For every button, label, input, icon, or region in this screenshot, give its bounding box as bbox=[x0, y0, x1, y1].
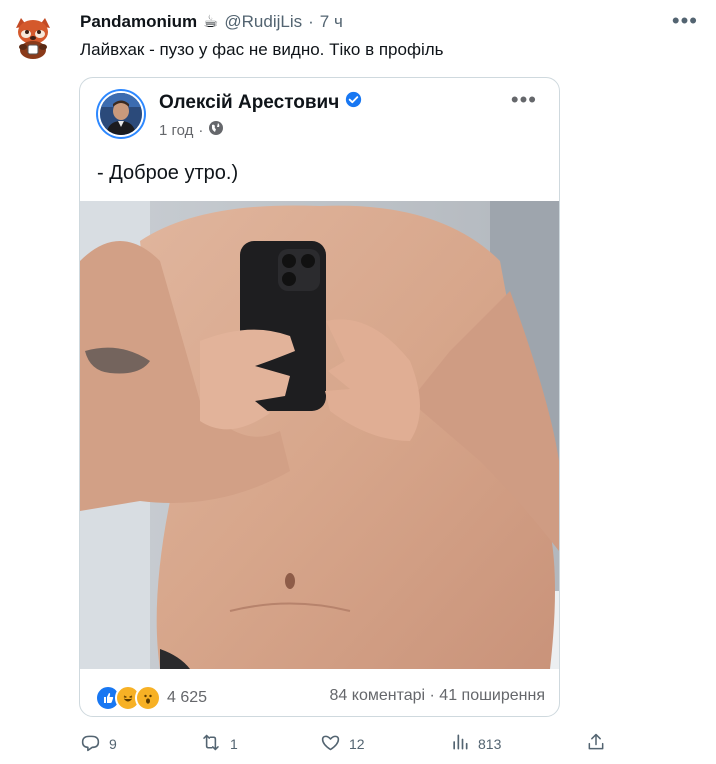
coffee-emoji-icon: ☕ bbox=[203, 12, 219, 31]
fb-author-name-row: Олексій Арестович bbox=[159, 91, 362, 114]
author-avatar[interactable] bbox=[10, 14, 56, 60]
share-icon bbox=[586, 732, 606, 755]
more-options-icon[interactable]: ••• bbox=[672, 8, 698, 34]
fb-time-row: 1 год · bbox=[159, 120, 224, 140]
reactions-count: 4 625 bbox=[167, 689, 208, 706]
tweet-text: Лайвхак - пузо у фас не видно. Тіко в пр… bbox=[80, 40, 444, 59]
views-button[interactable]: 813 bbox=[450, 732, 501, 755]
fb-more-icon: ••• bbox=[510, 87, 537, 112]
author-handle[interactable]: @RudijLis bbox=[224, 10, 302, 34]
author-name[interactable]: Pandamonium bbox=[80, 10, 197, 34]
like-count: 12 bbox=[349, 736, 365, 752]
verified-badge-icon bbox=[345, 91, 362, 114]
wow-reaction-icon bbox=[135, 685, 161, 711]
fb-author-avatar bbox=[96, 89, 146, 139]
retweet-button[interactable]: 1 bbox=[200, 732, 238, 756]
embedded-image-card[interactable]: Олексій Арестович 1 год · ••• - Доброе у… bbox=[79, 77, 560, 717]
tweet-header: Pandamonium ☕ @RudijLis · 7 ч bbox=[80, 10, 343, 34]
like-button[interactable]: 12 bbox=[320, 732, 365, 756]
fb-post-time: 1 год bbox=[159, 121, 194, 139]
separator-dot: · bbox=[198, 121, 204, 139]
separator-dot: · bbox=[308, 12, 314, 31]
reactions-summary: 4 625 bbox=[95, 685, 207, 711]
retweet-icon bbox=[200, 732, 222, 756]
globe-icon bbox=[208, 120, 224, 140]
tweet-time[interactable]: 7 ч bbox=[320, 10, 343, 34]
retweet-count: 1 bbox=[230, 736, 238, 752]
fb-author-name: Олексій Арестович bbox=[159, 91, 340, 113]
fb-post-stats: 84 коментарі · 41 поширення bbox=[329, 687, 545, 704]
views-count: 813 bbox=[478, 735, 502, 752]
share-button[interactable] bbox=[586, 732, 606, 755]
reply-count: 9 bbox=[109, 736, 117, 752]
heart-icon bbox=[320, 732, 341, 756]
post-photo bbox=[80, 201, 559, 669]
tweet-actions: 9 1 12 813 bbox=[80, 732, 620, 758]
views-chart-icon bbox=[450, 732, 470, 755]
fb-post-text: - Доброе утро.) bbox=[97, 162, 239, 184]
reply-button[interactable]: 9 bbox=[80, 732, 117, 756]
reply-icon bbox=[80, 732, 101, 756]
